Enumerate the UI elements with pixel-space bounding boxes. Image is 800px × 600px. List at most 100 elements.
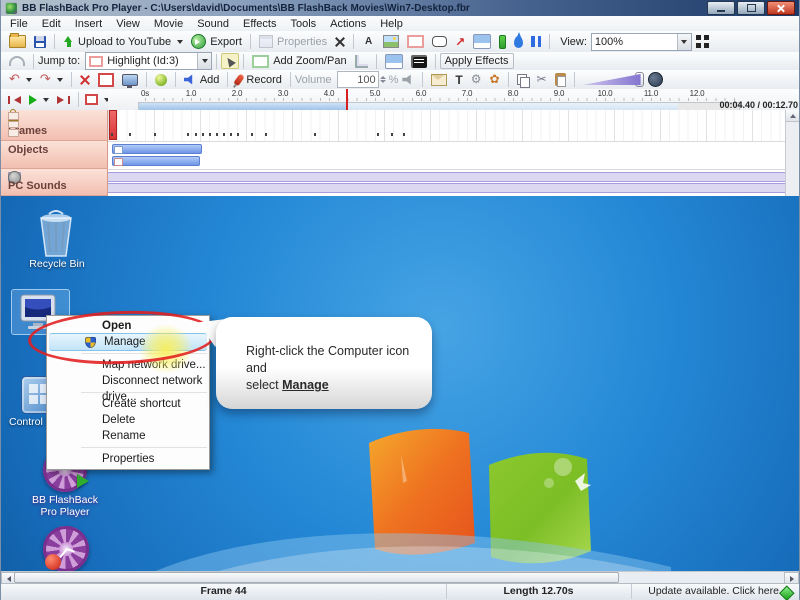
delete-object-button[interactable] <box>331 36 349 48</box>
monitor-button[interactable] <box>118 73 142 87</box>
pc-sound-strip <box>108 183 786 193</box>
frame-marker <box>314 133 316 136</box>
fullscreen-button[interactable] <box>692 34 713 49</box>
menu-view[interactable]: View <box>109 18 147 30</box>
frame-marker <box>216 133 218 136</box>
speed-slider[interactable] <box>583 74 641 85</box>
select-mode-button[interactable] <box>221 53 239 69</box>
menu-help[interactable]: Help <box>373 18 410 30</box>
export-button[interactable]: Export <box>187 33 246 50</box>
add-textbox-button[interactable]: A <box>358 35 379 49</box>
frames-track[interactable] <box>108 110 786 142</box>
keystrokes-button[interactable] <box>407 54 431 69</box>
play-button[interactable] <box>25 94 53 106</box>
view-zoom-select[interactable]: 100% <box>591 33 692 51</box>
properties-button[interactable]: Properties <box>255 34 331 49</box>
volume-stepper[interactable] <box>380 76 386 83</box>
recycle-bin-icon[interactable] <box>35 210 77 258</box>
add-watermark-button[interactable] <box>510 35 527 49</box>
context-menu-item-rename[interactable]: Rename <box>47 428 209 444</box>
menu-edit[interactable]: Edit <box>35 18 68 30</box>
menu-sound[interactable]: Sound <box>190 18 236 30</box>
go-to-end-button[interactable] <box>53 95 74 105</box>
save-button[interactable] <box>30 35 50 49</box>
menu-effects[interactable]: Effects <box>236 18 283 30</box>
context-menu-item-create-shortcut[interactable]: Create shortcut <box>47 396 209 412</box>
go-to-start-button[interactable] <box>4 95 25 105</box>
status-update-link[interactable]: Update available. Click here <box>631 584 799 599</box>
timeline-ruler[interactable]: 0s1.02.03.04.05.06.07.08.09.010.011.012.… <box>108 89 800 111</box>
separator <box>422 72 423 87</box>
sound-button[interactable] <box>151 73 171 87</box>
context-menu-item-delete[interactable]: Delete <box>47 412 209 428</box>
add-framed-image-button[interactable] <box>469 33 495 50</box>
close-icon <box>777 4 785 12</box>
menu-file[interactable]: File <box>3 18 35 30</box>
text-style-button[interactable]: T <box>451 73 466 87</box>
close-button[interactable] <box>767 1 795 15</box>
select-frames-button[interactable] <box>94 72 118 88</box>
combo-drop-button[interactable] <box>677 34 691 50</box>
objects-track-label[interactable]: Objects <box>1 141 108 169</box>
context-menu-item-properties[interactable]: Properties <box>47 451 209 467</box>
ruler-tick-label: 1.0 <box>186 89 197 98</box>
context-menu-item-disconnect-network-drive[interactable]: Disconnect network drive... <box>47 373 209 389</box>
objects-track[interactable] <box>108 142 786 170</box>
crop-button[interactable] <box>351 54 372 69</box>
separator <box>243 54 244 69</box>
minimize-button[interactable] <box>707 1 735 15</box>
monitor-icon <box>122 74 138 86</box>
scrollbar-thumb[interactable] <box>14 572 619 583</box>
add-marker-button[interactable] <box>495 34 510 50</box>
scroll-up-button[interactable] <box>786 110 799 122</box>
movie-preview[interactable]: Recycle Bin Control Panel BB FlashBack P… <box>1 196 799 571</box>
redo-button[interactable]: ↷ <box>36 72 67 87</box>
menu-actions[interactable]: Actions <box>323 18 373 30</box>
bb-flashback-recorder-icon[interactable] <box>43 526 89 571</box>
pc-sounds-track-label[interactable]: PC Sounds <box>1 169 108 196</box>
add-sound-button[interactable]: Add <box>180 73 224 87</box>
add-pause-button[interactable] <box>527 35 545 48</box>
apply-effects-button[interactable]: Apply Effects <box>440 53 514 69</box>
maximize-button[interactable] <box>737 1 765 15</box>
delete-frames-button[interactable] <box>76 74 94 86</box>
settings-button[interactable]: ⚙ <box>467 72 486 87</box>
add-image-button[interactable] <box>379 34 403 49</box>
menu-insert[interactable]: Insert <box>68 18 110 30</box>
mute-button[interactable] <box>398 73 418 87</box>
upload-youtube-button[interactable]: Upload to YouTube <box>59 35 187 49</box>
jump-to-select[interactable]: Highlight (Id:3) <box>85 52 212 70</box>
cut-button[interactable]: ✂ <box>533 72 551 87</box>
add-zoom-pan-button[interactable]: Add Zoom/Pan <box>248 54 350 69</box>
effects-settings-button[interactable]: ✿ <box>485 72 503 87</box>
tracks-vertical-scrollbar[interactable] <box>785 110 799 196</box>
separator <box>227 72 228 87</box>
copy-button[interactable] <box>513 73 533 87</box>
add-highlight-button[interactable] <box>403 34 428 49</box>
app-window: BB FlashBack Pro Player - C:\Users\david… <box>0 0 800 600</box>
frames-track-label[interactable]: Frames <box>1 110 108 141</box>
combo-drop-button[interactable] <box>197 53 211 69</box>
message-button[interactable] <box>427 73 451 87</box>
playhead[interactable] <box>346 89 348 110</box>
menu-movie[interactable]: Movie <box>147 18 190 30</box>
add-rounded-box-button[interactable] <box>428 35 451 48</box>
volume-value: 100 <box>357 74 375 86</box>
loop-button[interactable] <box>5 55 29 67</box>
play-speed-button[interactable] <box>644 71 667 88</box>
menu-tools[interactable]: Tools <box>283 18 323 30</box>
open-button[interactable] <box>5 34 30 49</box>
paste-button[interactable] <box>551 72 570 87</box>
context-menu-item-label: Properties <box>102 453 154 465</box>
object-bar-highlight[interactable] <box>112 144 202 154</box>
image-effect-button[interactable] <box>381 53 407 70</box>
context-menu-item-label: Create shortcut <box>102 398 181 410</box>
pc-sounds-track[interactable] <box>108 169 786 196</box>
volume-input[interactable]: 100 <box>337 71 379 88</box>
context-menu-item-label: Rename <box>102 430 145 442</box>
undo-button[interactable]: ↶ <box>5 72 36 87</box>
record-sound-button[interactable]: Record <box>232 73 285 87</box>
object-bar-textbox[interactable] <box>112 156 200 166</box>
add-arrow-button[interactable]: ↗ <box>451 35 469 49</box>
pc-sound-strip <box>108 172 786 182</box>
